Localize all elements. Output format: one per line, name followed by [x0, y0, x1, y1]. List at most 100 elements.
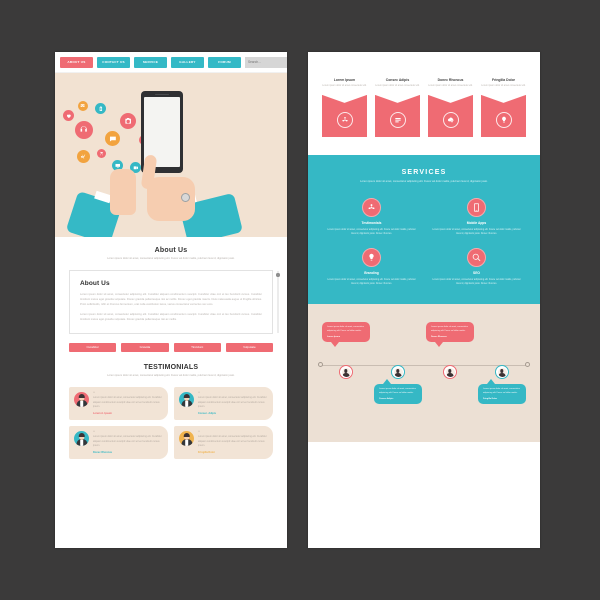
feature-card	[481, 94, 526, 137]
feature-item[interactable]: Consec Adipis Lorem ipsum dolor sit amet…	[375, 78, 420, 137]
timeline-node[interactable]	[391, 365, 405, 380]
timeline-item[interactable]: Lorem ipsum dolor sit amet, consectetur …	[322, 322, 370, 380]
testimonial-name[interactable]: Consec. Adipis	[198, 412, 268, 415]
testimonial-name[interactable]: Fringilla Dolor	[198, 451, 268, 454]
button-vulputate[interactable]: Vulputate	[225, 342, 273, 352]
bubble-message-icon	[105, 131, 120, 146]
testimonial-text: Lorem ipsum dolor sit amet, consectetur …	[93, 396, 162, 408]
service-text: Lorem ipsum dolor sit amet, consectetur …	[432, 278, 521, 285]
services-title: SERVICES	[401, 168, 447, 176]
right-page-mockup: Lorem Ipsum Lorem ipsum dolor sit amet c…	[308, 52, 540, 548]
list-icon	[394, 117, 401, 123]
feature-item[interactable]: Fringilla Dolor Lorem ipsum dolor sit am…	[481, 78, 526, 137]
nav-item-contact-us[interactable]: CONTACT US	[97, 56, 130, 68]
about-paragraph-2: Lorem ipsum dolor sit amet, consectetur …	[80, 313, 262, 322]
feature-icon-ring	[389, 111, 406, 128]
avatar	[74, 430, 89, 446]
service-text: Lorem ipsum dolor sit amet, consectetur …	[432, 228, 521, 235]
testimonial-card[interactable]: ❝ Lorem ipsum dolor sit amet, consectetu…	[174, 386, 273, 420]
button-gravida[interactable]: Gravida	[121, 342, 169, 352]
nav-item-forum[interactable]: FORUM	[208, 56, 241, 68]
testimonial-card[interactable]: ❝ Lorem ipsum dolor sit amet, consectetu…	[174, 425, 273, 459]
testimonial-card[interactable]: ❝ Lorem ipsum dolor sit amet, consectetu…	[69, 425, 168, 459]
timeline-bubble: Lorem ipsum dolor sit amet, consectetur …	[322, 322, 370, 347]
testimonials-grid: ❝ Lorem ipsum dolor sit amet, consectetu…	[69, 386, 273, 459]
feature-item[interactable]: Lorem Ipsum Lorem ipsum dolor sit amet c…	[322, 78, 367, 137]
left-hand	[110, 169, 136, 215]
timeline-text: Lorem ipsum dolor sit amet, consectetur …	[431, 326, 468, 332]
timeline-name: Lorem Ipsum	[327, 335, 341, 338]
timeline-section: Lorem ipsum dolor sit amet, consectetur …	[308, 304, 540, 443]
service-name: Branding	[364, 270, 379, 275]
timeline-name: Consec Adipis	[379, 397, 394, 400]
features-row: Lorem Ipsum Lorem ipsum dolor sit amet c…	[308, 52, 540, 137]
left-page-mockup: ABOUT US CONTACT US SERVICE GALLERY FORU…	[55, 52, 287, 548]
testimonial-card[interactable]: ❝ Lorem ipsum dolor sit amet, consectetu…	[69, 386, 168, 420]
timeline-text: Lorem ipsum dolor sit amet, consectetur …	[483, 388, 520, 394]
bubble-heart-icon	[63, 110, 74, 121]
bubble-headphones-icon	[75, 121, 93, 139]
lightbulb-icon	[501, 116, 506, 123]
feature-icon-ring	[495, 111, 512, 128]
mobile-icon	[474, 202, 479, 212]
nav-item-service[interactable]: SERVICE	[134, 56, 167, 68]
service-item-testimonials[interactable]: Testimonials Lorem ipsum dolor sit amet,…	[324, 197, 419, 236]
card-notch	[481, 94, 526, 103]
scrollbar-track[interactable]	[277, 271, 279, 333]
feature-title: Fringilla Dolor	[492, 78, 515, 82]
timeline-item[interactable]: Lorem ipsum dolor sit amet, consectetur …	[374, 322, 422, 404]
button-curabitur[interactable]: Curabitur	[69, 342, 117, 352]
timeline-item[interactable]: Lorem ipsum dolor sit amet, consectetur …	[478, 322, 526, 404]
testimonials-subtitle: Lorem ipsum dolor sit amet, consectetur …	[107, 373, 235, 377]
timeline-bubble: Lorem ipsum dolor sit amet, consectetur …	[426, 322, 474, 347]
scrollbar-thumb[interactable]	[276, 273, 280, 277]
service-item-mobile-apps[interactable]: Mobile Apps Lorem ipsum dolor sit amet, …	[429, 197, 524, 236]
users-icon	[341, 116, 348, 122]
button-tincidunt[interactable]: Tincidunt	[173, 342, 221, 352]
nav-item-about-us[interactable]: ABOUT US	[60, 56, 93, 68]
poster-canvas: ABOUT US CONTACT US SERVICE GALLERY FORU…	[0, 0, 600, 600]
timeline-bubble: Lorem ipsum dolor sit amet, consectetur …	[374, 379, 422, 404]
search-area	[245, 56, 287, 68]
feature-card	[428, 94, 473, 137]
testimonial-text: Lorem ipsum dolor sit amet, consectetur …	[93, 435, 162, 447]
feature-item[interactable]: Donec Rhoncus Lorem ipsum dolor sit amet…	[428, 78, 473, 137]
card-notch	[375, 94, 420, 103]
timeline-name: Donec Rhoncus	[431, 335, 447, 338]
navbar: ABOUT US CONTACT US SERVICE GALLERY FORU…	[55, 52, 287, 73]
feature-card	[375, 94, 420, 137]
testimonials-title: TESTIMONIALS	[143, 363, 199, 371]
quote-icon: ❝	[198, 390, 200, 395]
timeline-item[interactable]: Lorem ipsum dolor sit amet, consectetur …	[426, 322, 474, 380]
service-icon-circle	[362, 247, 381, 267]
avatar	[74, 391, 89, 407]
search-input[interactable]	[245, 56, 287, 68]
phone-speaker	[155, 94, 169, 96]
timeline-text: Lorem ipsum dolor sit amet, consectetur …	[379, 388, 416, 394]
service-text: Lorem ipsum dolor sit amet, consectetur …	[327, 278, 416, 285]
about-section-subtitle: Lorem ipsum dolor sit amet, consectetur …	[107, 257, 235, 260]
about-box-title: About Us	[80, 280, 110, 288]
feature-icon-ring	[442, 111, 459, 128]
testimonials-section: TESTIMONIALS Lorem ipsum dolor sit amet,…	[55, 352, 287, 459]
bubble-camera-icon	[120, 113, 136, 129]
timeline-node[interactable]	[339, 365, 353, 380]
service-name: SEO	[473, 270, 480, 275]
users-icon	[368, 203, 375, 209]
testimonial-name[interactable]: Lorem A. Ipsum	[93, 412, 163, 415]
about-paragraph-1: Lorem ipsum dolor sit amet, consectetur …	[80, 293, 262, 306]
service-item-branding[interactable]: Branding Lorem ipsum dolor sit amet, con…	[324, 247, 419, 286]
wristwatch	[181, 193, 190, 202]
nav-item-gallery[interactable]: GALLERY	[171, 56, 204, 68]
cloud-download-icon	[447, 117, 453, 123]
timeline-node[interactable]	[443, 365, 457, 380]
feature-icon-ring	[336, 111, 353, 128]
service-item-seo[interactable]: SEO Lorem ipsum dolor sit amet, consecte…	[429, 247, 524, 286]
timeline-node[interactable]	[495, 365, 509, 380]
services-grid: Testimonials Lorem ipsum dolor sit amet,…	[324, 197, 524, 287]
card-notch	[322, 94, 367, 103]
about-section-title: About Us	[154, 247, 188, 254]
testimonial-name[interactable]: Donec Rhoncus	[93, 451, 163, 454]
quote-icon: ❝	[93, 429, 95, 434]
services-section: SERVICES Lorem ipsum dolor sit amet, con…	[308, 154, 540, 305]
